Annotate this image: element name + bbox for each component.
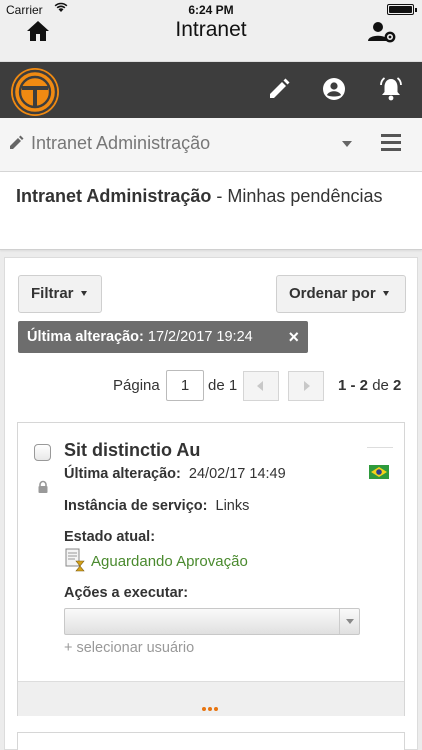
results-total: 2 — [393, 377, 402, 394]
service-value: Links — [215, 498, 250, 514]
active-filter-chip: Última alteração: 17/2/2017 19:24 × — [18, 321, 308, 353]
hamburger-menu-icon[interactable] — [381, 134, 401, 152]
chevron-left-icon — [257, 381, 263, 391]
action-select[interactable] — [64, 608, 360, 635]
lock-icon — [36, 480, 50, 494]
logo[interactable] — [11, 68, 59, 116]
user-settings-icon[interactable] — [368, 20, 398, 44]
battery-icon — [387, 4, 417, 15]
filter-button[interactable]: Filtrar — [18, 275, 102, 313]
close-icon[interactable]: × — [288, 321, 299, 353]
account-icon[interactable] — [321, 76, 347, 102]
pencil-icon[interactable] — [266, 76, 292, 102]
active-filter-value: 17/2/2017 19:24 — [147, 329, 253, 345]
page-number-input[interactable] — [166, 370, 204, 401]
chevron-down-icon — [339, 609, 359, 634]
results-range-value: 1 - 2 — [338, 377, 369, 394]
last-change-label: Última alteração: — [64, 466, 181, 482]
active-filter-label: Última alteração: — [27, 329, 144, 345]
page-title: Intranet — [175, 18, 247, 41]
more-options-icon[interactable] — [202, 698, 220, 716]
prev-page-button[interactable] — [243, 371, 279, 401]
service-row: Instância de serviço: Links — [64, 498, 249, 514]
last-change-row: Última alteração: 24/02/17 14:49 — [64, 466, 286, 482]
page-label: Página — [113, 377, 160, 394]
caret-down-icon — [80, 290, 87, 296]
brazil-flag-icon — [369, 465, 389, 479]
pending-item-card: Sit distinctio Au Última alteração: 24/0… — [17, 422, 405, 716]
state-value[interactable]: Aguardando Aprovação — [91, 553, 248, 570]
state-label: Estado atual: — [64, 529, 156, 545]
pending-item-card — [17, 732, 405, 750]
results-range-of: de — [372, 377, 389, 394]
page-heading: Intranet Administração - Minhas pendênci… — [16, 184, 406, 209]
page-heading-rest: - Minhas pendências — [211, 186, 383, 206]
card-footer[interactable] — [18, 681, 404, 716]
breadcrumb-label: Intranet Administração — [31, 133, 211, 153]
actions-label: Ações a executar: — [64, 585, 189, 601]
page-of-label: de 1 — [208, 377, 238, 394]
pagination: Página de 1 1 - 2 de 2 — [5, 368, 417, 402]
chevron-down-icon[interactable] — [342, 141, 352, 147]
item-title[interactable]: Sit distinctio Au — [64, 440, 200, 461]
chevron-right-icon — [304, 381, 310, 391]
item-checkbox[interactable] — [34, 444, 51, 461]
sort-button-label: Ordenar por — [289, 285, 376, 302]
results-range: 1 - 2 de 2 — [338, 377, 401, 394]
clock: 6:24 PM — [188, 3, 234, 17]
toolbar — [0, 62, 422, 118]
divider — [367, 447, 393, 448]
caret-down-icon — [382, 290, 389, 296]
sort-button[interactable]: Ordenar por — [276, 275, 406, 313]
pencil-icon — [8, 135, 24, 151]
last-change-value: 24/02/17 14:49 — [188, 466, 286, 482]
breadcrumb[interactable]: Intranet Administração — [0, 118, 422, 172]
main-panel: Filtrar Ordenar por Última alteração: 17… — [4, 257, 418, 750]
page-header: Intranet Administração - Minhas pendênci… — [0, 172, 422, 250]
service-label: Instância de serviço: — [64, 498, 208, 514]
hourglass-document-icon — [64, 548, 88, 572]
page-heading-bold: Intranet Administração — [16, 186, 212, 206]
status-bar: Carrier 6:24 PM — [0, 0, 422, 18]
select-user-link[interactable]: + selecionar usuário — [64, 640, 194, 656]
filter-button-label: Filtrar — [31, 285, 74, 302]
nav-bar: Intranet — [0, 18, 422, 62]
next-page-button[interactable] — [288, 371, 324, 401]
alarm-bell-icon[interactable] — [378, 76, 404, 102]
